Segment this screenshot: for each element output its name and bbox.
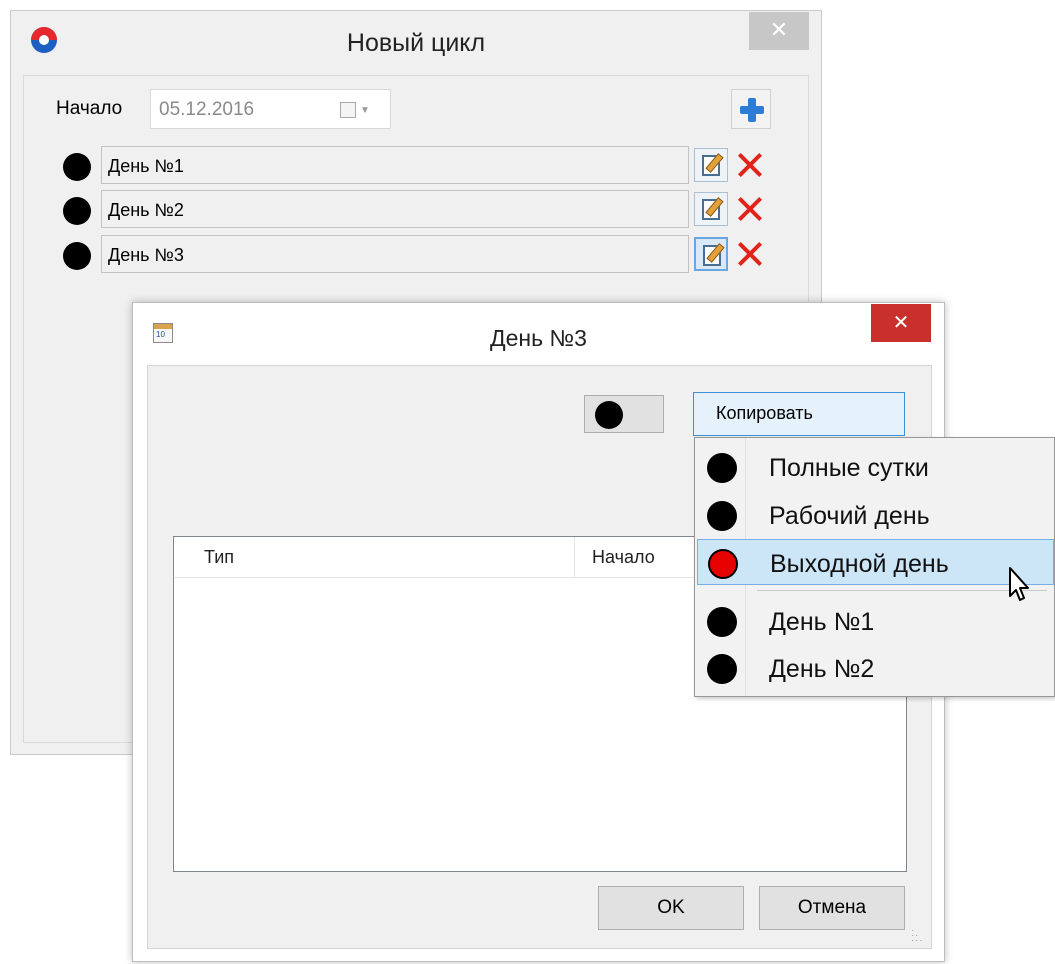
edit-day-button[interactable]	[694, 192, 728, 226]
color-dot-icon	[707, 453, 737, 483]
delete-day-button[interactable]	[733, 192, 767, 226]
add-day-button[interactable]	[731, 89, 771, 129]
cycle-window-title: Новый цикл	[346, 29, 486, 57]
delete-day-button[interactable]	[733, 148, 767, 182]
menu-item-label: Выходной день	[770, 550, 949, 578]
start-label: Начало	[56, 98, 123, 119]
edit-day-button[interactable]	[694, 148, 728, 182]
color-dot-icon	[595, 401, 623, 429]
day-color-dot[interactable]	[63, 197, 91, 225]
plus-icon	[740, 98, 764, 122]
calendar-dropdown-icon[interactable]: ▼	[340, 101, 376, 119]
day-label: День №2	[108, 200, 184, 220]
delete-day-button[interactable]	[733, 237, 767, 271]
menu-item-highlighted[interactable]: Выходной день	[697, 539, 1054, 585]
day-dialog-close-button[interactable]: ✕	[871, 304, 931, 342]
mouse-cursor-icon	[1009, 567, 1029, 601]
red-color-dot-icon	[708, 549, 738, 579]
day-label: День №3	[108, 245, 184, 265]
color-dot-icon	[707, 607, 737, 637]
menu-item-label: Полные сутки	[769, 454, 929, 482]
menu-item-label: Рабочий день	[769, 502, 930, 530]
day-dialog-title: День №3	[490, 325, 587, 351]
day-color-button[interactable]	[584, 395, 664, 433]
column-header-type[interactable]: Тип	[204, 547, 234, 568]
menu-item[interactable]: Полные сутки	[697, 444, 1054, 490]
menu-item[interactable]: День №2	[697, 645, 1054, 691]
copy-dropdown-menu: Полные сутки Рабочий день Выходной день …	[694, 437, 1055, 697]
resize-grip-icon[interactable]: ⋅ ⋅⋅ ⋅⋅⋅	[911, 927, 927, 947]
color-dot-icon	[707, 654, 737, 684]
menu-item[interactable]: Рабочий день	[697, 492, 1054, 538]
menu-item[interactable]: День №1	[697, 598, 1054, 644]
day-name-field[interactable]: День №1	[101, 146, 689, 184]
day-row: День №3	[11, 233, 823, 277]
day-row: День №2	[11, 188, 823, 232]
column-header-start[interactable]: Начало	[592, 547, 655, 568]
ok-button[interactable]: OK	[598, 886, 744, 930]
copy-button[interactable]: Копировать	[693, 392, 905, 436]
day-color-dot[interactable]	[63, 153, 91, 181]
menu-item-label: День №2	[769, 655, 875, 683]
day-name-field[interactable]: День №2	[101, 190, 689, 228]
day-name-field[interactable]: День №3	[101, 235, 689, 273]
day-row: День №1	[11, 144, 823, 188]
cancel-button[interactable]: Отмена	[759, 886, 905, 930]
start-date-picker[interactable]: 05.12.2016 ▼	[150, 89, 391, 129]
cycle-window-close-button[interactable]: ✕	[749, 12, 809, 50]
day-label: День №1	[108, 156, 184, 176]
color-dot-icon	[707, 501, 737, 531]
day-color-dot[interactable]	[63, 242, 91, 270]
start-date-value: 05.12.2016	[159, 99, 255, 120]
menu-item-label: День №1	[769, 608, 875, 636]
edit-day-button[interactable]	[694, 237, 728, 271]
cycle-window-titlebar[interactable]: Новый цикл ✕	[11, 11, 821, 75]
